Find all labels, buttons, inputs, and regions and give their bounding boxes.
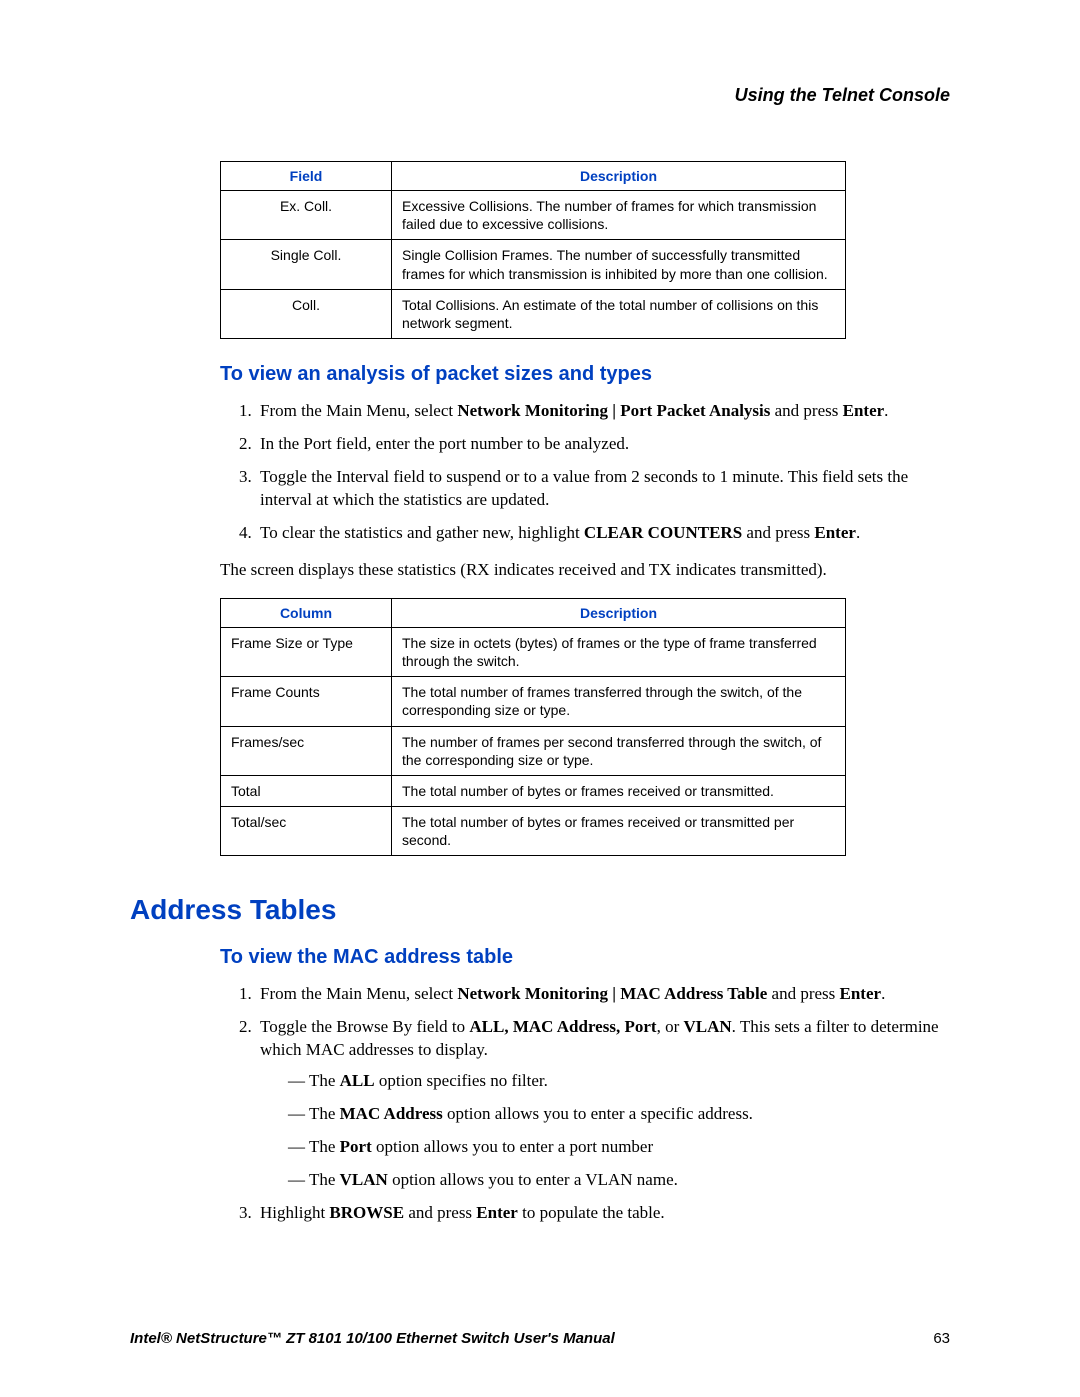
cell-desc: The number of frames per second transfer… <box>392 726 846 775</box>
bold-text: MAC Address <box>340 1104 443 1123</box>
cell-desc: The total number of bytes or frames rece… <box>392 807 846 856</box>
text: Toggle the Browse By field to <box>260 1017 469 1036</box>
table-row: Ex. Coll. Excessive Collisions. The numb… <box>221 191 846 240</box>
cell-field: Single Coll. <box>221 240 392 289</box>
bold-text: Enter <box>843 401 885 420</box>
text: . <box>881 984 885 1003</box>
text: , or <box>657 1017 684 1036</box>
step: Toggle the Browse By field to ALL, MAC A… <box>256 1016 950 1192</box>
text: option specifies no filter. <box>375 1071 548 1090</box>
bold-text: VLAN <box>340 1170 388 1189</box>
cell-field: Total/sec <box>221 807 392 856</box>
text: Highlight <box>260 1203 329 1222</box>
paragraph: The screen displays these statistics (RX… <box>220 559 950 582</box>
text: From the Main Menu, select <box>260 984 457 1003</box>
table-row: Total The total number of bytes or frame… <box>221 775 846 806</box>
table-header-column: Column <box>221 598 392 627</box>
bold-text: Network Monitoring | Port Packet Analysi… <box>457 401 770 420</box>
list-item: The Port option allows you to enter a po… <box>284 1136 950 1159</box>
text: option allows you to enter a VLAN name. <box>388 1170 678 1189</box>
cell-desc: Total Collisions. An estimate of the tot… <box>392 289 846 338</box>
text: The <box>309 1170 340 1189</box>
bold-text: Network Monitoring | MAC Address Table <box>457 984 767 1003</box>
text: and press <box>767 984 839 1003</box>
text: and press <box>404 1203 476 1222</box>
statistics-table: Column Description Frame Size or Type Th… <box>220 598 846 857</box>
page-header: Using the Telnet Console <box>130 85 950 106</box>
section-heading-mac-table: To view the MAC address table <box>220 946 950 969</box>
list-item: The VLAN option allows you to enter a VL… <box>284 1169 950 1192</box>
bold-text: Enter <box>840 984 882 1003</box>
collisions-table: Field Description Ex. Coll. Excessive Co… <box>220 161 846 339</box>
text: From the Main Menu, select <box>260 401 457 420</box>
text: . <box>884 401 888 420</box>
cell-desc: The total number of frames transferred t… <box>392 677 846 726</box>
cell-desc: Single Collision Frames. The number of s… <box>392 240 846 289</box>
bold-text: CLEAR COUNTERS <box>584 523 742 542</box>
list-item: The ALL option specifies no filter. <box>284 1070 950 1093</box>
cell-field: Frames/sec <box>221 726 392 775</box>
step: From the Main Menu, select Network Monit… <box>256 400 950 423</box>
page-footer: Intel® NetStructure™ ZT 8101 10/100 Ethe… <box>130 1330 950 1347</box>
text: to populate the table. <box>518 1203 665 1222</box>
text: and press <box>742 523 814 542</box>
section-heading-packet-analysis: To view an analysis of packet sizes and … <box>220 363 950 386</box>
table-row: Coll. Total Collisions. An estimate of t… <box>221 289 846 338</box>
cell-field: Ex. Coll. <box>221 191 392 240</box>
text: and press <box>770 401 842 420</box>
step: Highlight BROWSE and press Enter to popu… <box>256 1202 950 1225</box>
table-header-description: Description <box>392 598 846 627</box>
footer-text: Intel® NetStructure™ ZT 8101 10/100 Ethe… <box>130 1330 615 1347</box>
table-row: Frame Counts The total number of frames … <box>221 677 846 726</box>
text: To clear the statistics and gather new, … <box>260 523 584 542</box>
bold-text: VLAN <box>683 1017 731 1036</box>
cell-field: Coll. <box>221 289 392 338</box>
section-heading-address-tables: Address Tables <box>130 894 950 926</box>
bold-text: Enter <box>814 523 856 542</box>
cell-desc: Excessive Collisions. The number of fram… <box>392 191 846 240</box>
table-header-description: Description <box>392 162 846 191</box>
text: The <box>309 1071 340 1090</box>
steps-packet-analysis: From the Main Menu, select Network Monit… <box>234 400 950 545</box>
steps-mac-table: From the Main Menu, select Network Monit… <box>234 983 950 1225</box>
text: The <box>309 1104 340 1123</box>
text: option allows you to enter a specific ad… <box>443 1104 753 1123</box>
bold-text: ALL, MAC Address, Port <box>469 1017 656 1036</box>
table-header-field: Field <box>221 162 392 191</box>
cell-field: Frame Size or Type <box>221 627 392 676</box>
cell-field: Total <box>221 775 392 806</box>
step: In the Port field, enter the port number… <box>256 433 950 456</box>
bold-text: BROWSE <box>329 1203 404 1222</box>
page-number: 63 <box>933 1330 950 1347</box>
step: Toggle the Interval field to suspend or … <box>256 466 950 512</box>
step: To clear the statistics and gather new, … <box>256 522 950 545</box>
list-item: The MAC Address option allows you to ent… <box>284 1103 950 1126</box>
bold-text: ALL <box>340 1071 375 1090</box>
cell-field: Frame Counts <box>221 677 392 726</box>
table-row: Total/sec The total number of bytes or f… <box>221 807 846 856</box>
cell-desc: The total number of bytes or frames rece… <box>392 775 846 806</box>
step: From the Main Menu, select Network Monit… <box>256 983 950 1006</box>
table-row: Single Coll. Single Collision Frames. Th… <box>221 240 846 289</box>
bold-text: Enter <box>476 1203 518 1222</box>
cell-desc: The size in octets (bytes) of frames or … <box>392 627 846 676</box>
table-row: Frame Size or Type The size in octets (b… <box>221 627 846 676</box>
table-row: Frames/sec The number of frames per seco… <box>221 726 846 775</box>
bold-text: Port <box>340 1137 372 1156</box>
dash-list: The ALL option specifies no filter. The … <box>284 1070 950 1192</box>
text: The <box>309 1137 340 1156</box>
text: option allows you to enter a port number <box>372 1137 653 1156</box>
text: . <box>856 523 860 542</box>
